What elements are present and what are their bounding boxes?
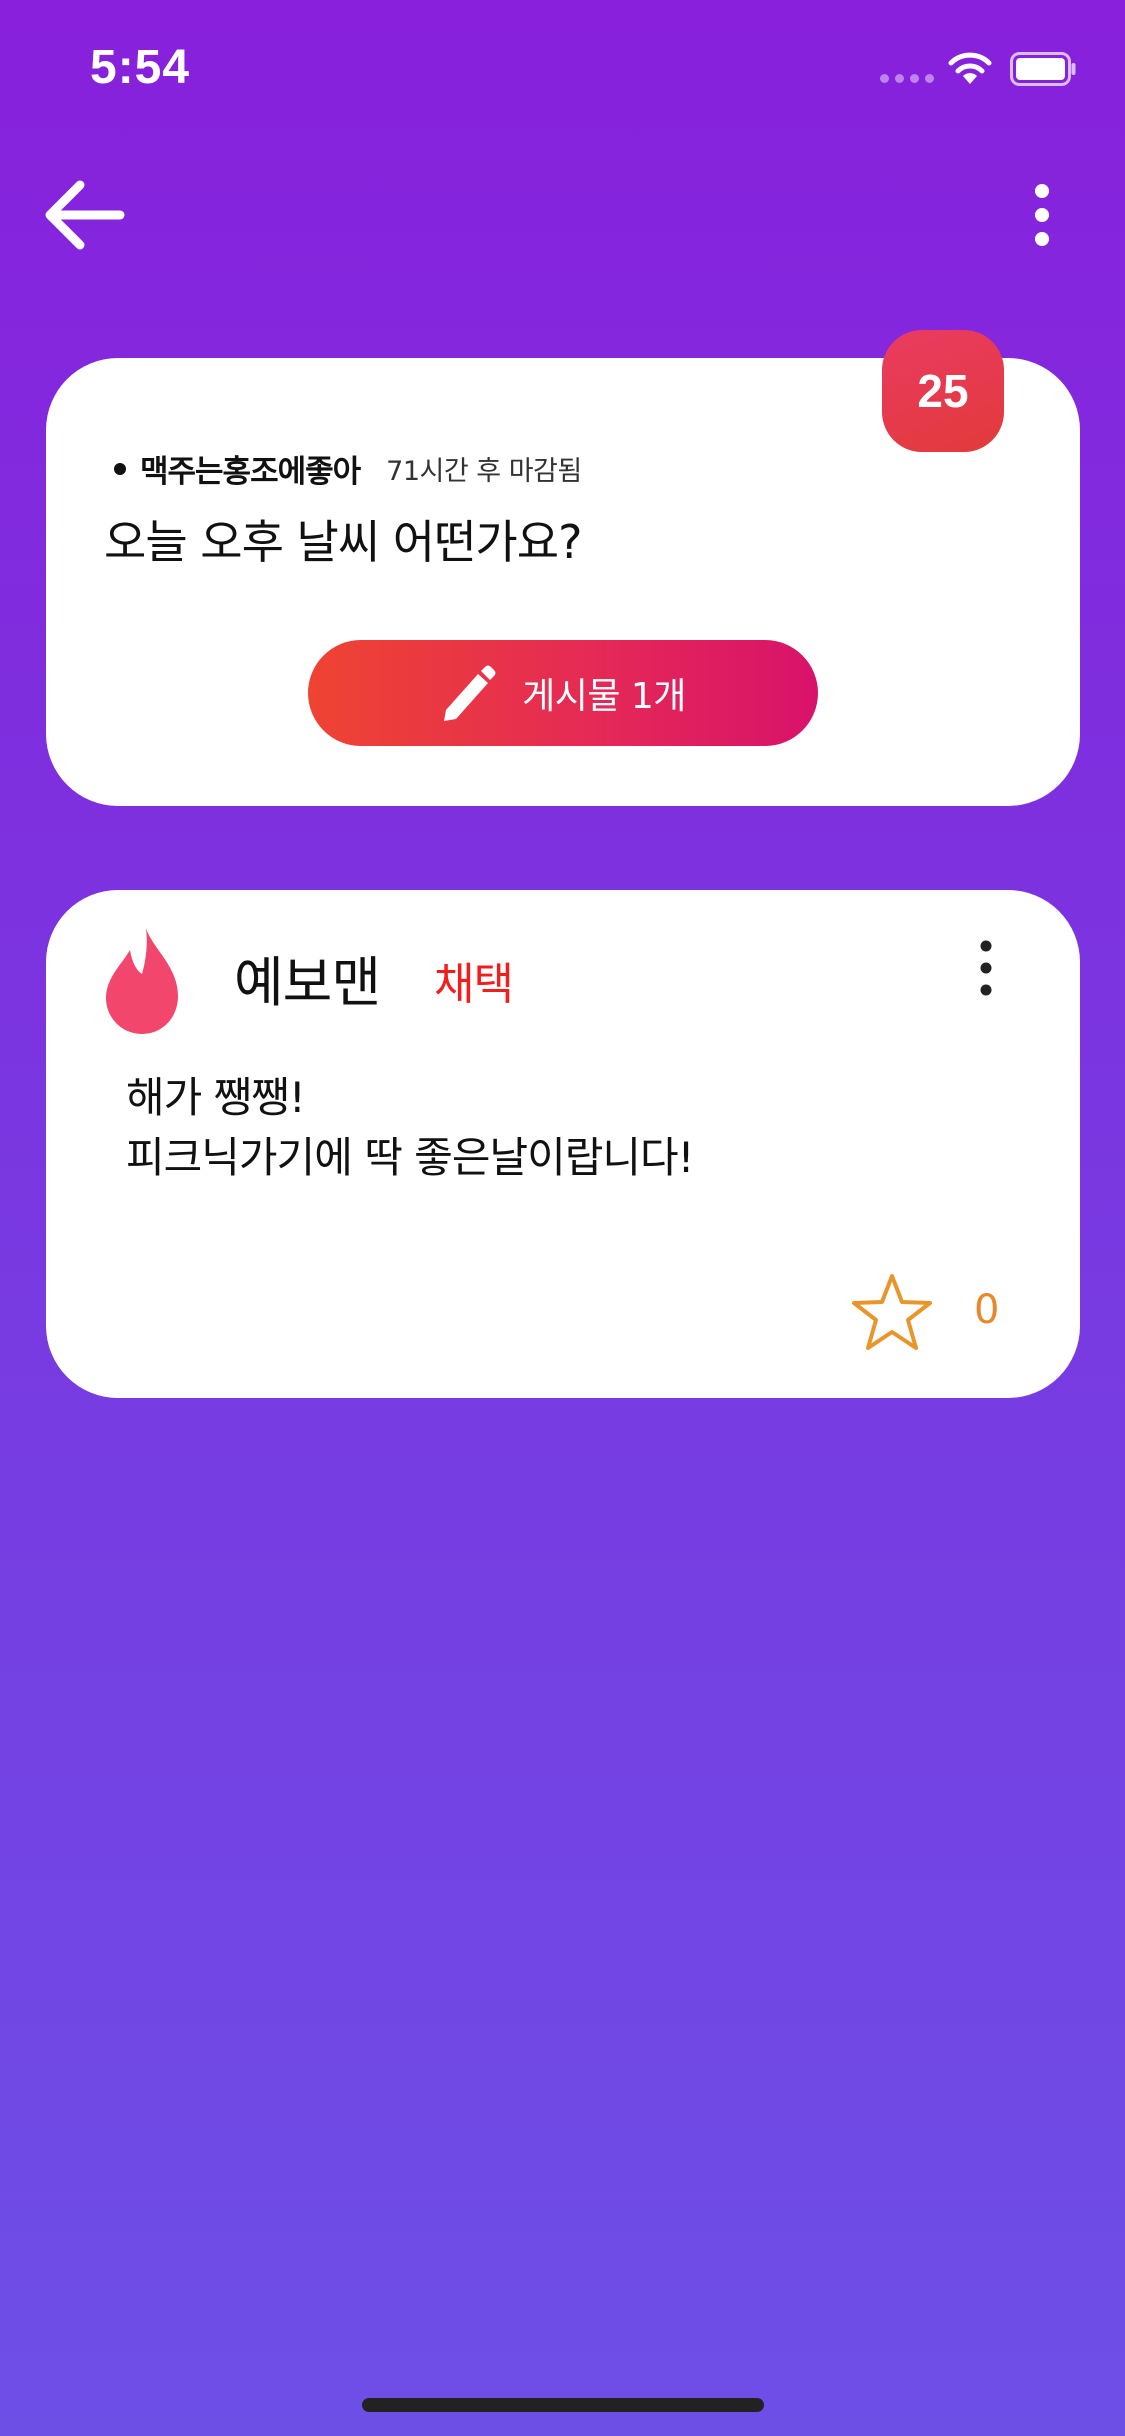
question-title: 오늘 오후 날씨 어떤가요? — [104, 515, 582, 569]
home-indicator — [362, 2398, 764, 2412]
question-deadline: 71시간 후 마감됨 — [386, 456, 582, 487]
star-icon — [852, 1274, 932, 1350]
answer-author: 예보맨 — [234, 951, 381, 1014]
wifi-icon — [948, 52, 992, 84]
status-bar: 5:54 — [0, 0, 1125, 140]
question-count-badge: 25 — [882, 330, 1004, 452]
posts-button-label: 게시물 1개 — [522, 676, 686, 717]
flame-icon — [106, 928, 178, 1034]
question-meta: 맥주는홍조에좋아 71시간 후 마감됨 — [114, 446, 582, 491]
arrow-left-icon — [45, 180, 125, 250]
battery-icon — [1010, 52, 1076, 86]
answer-body-line: 피크닉가기에 딱 좋은날이랍니다! — [126, 1133, 694, 1182]
answer-card: 예보맨 채택 해가 쨍쨍! 피크닉가기에 딱 좋은날이랍니다! 0 — [46, 890, 1080, 1398]
more-vertical-icon — [1035, 184, 1049, 246]
star-count: 0 — [974, 1287, 1000, 1333]
cellular-signal-icon — [880, 74, 934, 83]
answer-body-line: 해가 쨍쨍! — [126, 1073, 306, 1122]
star-button[interactable] — [850, 1272, 934, 1352]
bullet-icon — [114, 462, 126, 475]
posts-button[interactable]: 게시물 1개 — [308, 640, 818, 746]
answer-more-button[interactable] — [966, 938, 1006, 998]
answer-body: 해가 쨍쨍! 피크닉가기에 딱 좋은날이랍니다! — [126, 1068, 694, 1188]
back-button[interactable] — [40, 175, 130, 255]
pencil-icon — [444, 665, 496, 721]
adopted-badge: 채택 — [434, 959, 514, 1010]
more-vertical-icon — [980, 940, 992, 996]
more-options-button[interactable] — [1022, 175, 1062, 255]
status-time: 5:54 — [90, 41, 191, 94]
question-author: 맥주는홍조에좋아 — [140, 454, 361, 490]
